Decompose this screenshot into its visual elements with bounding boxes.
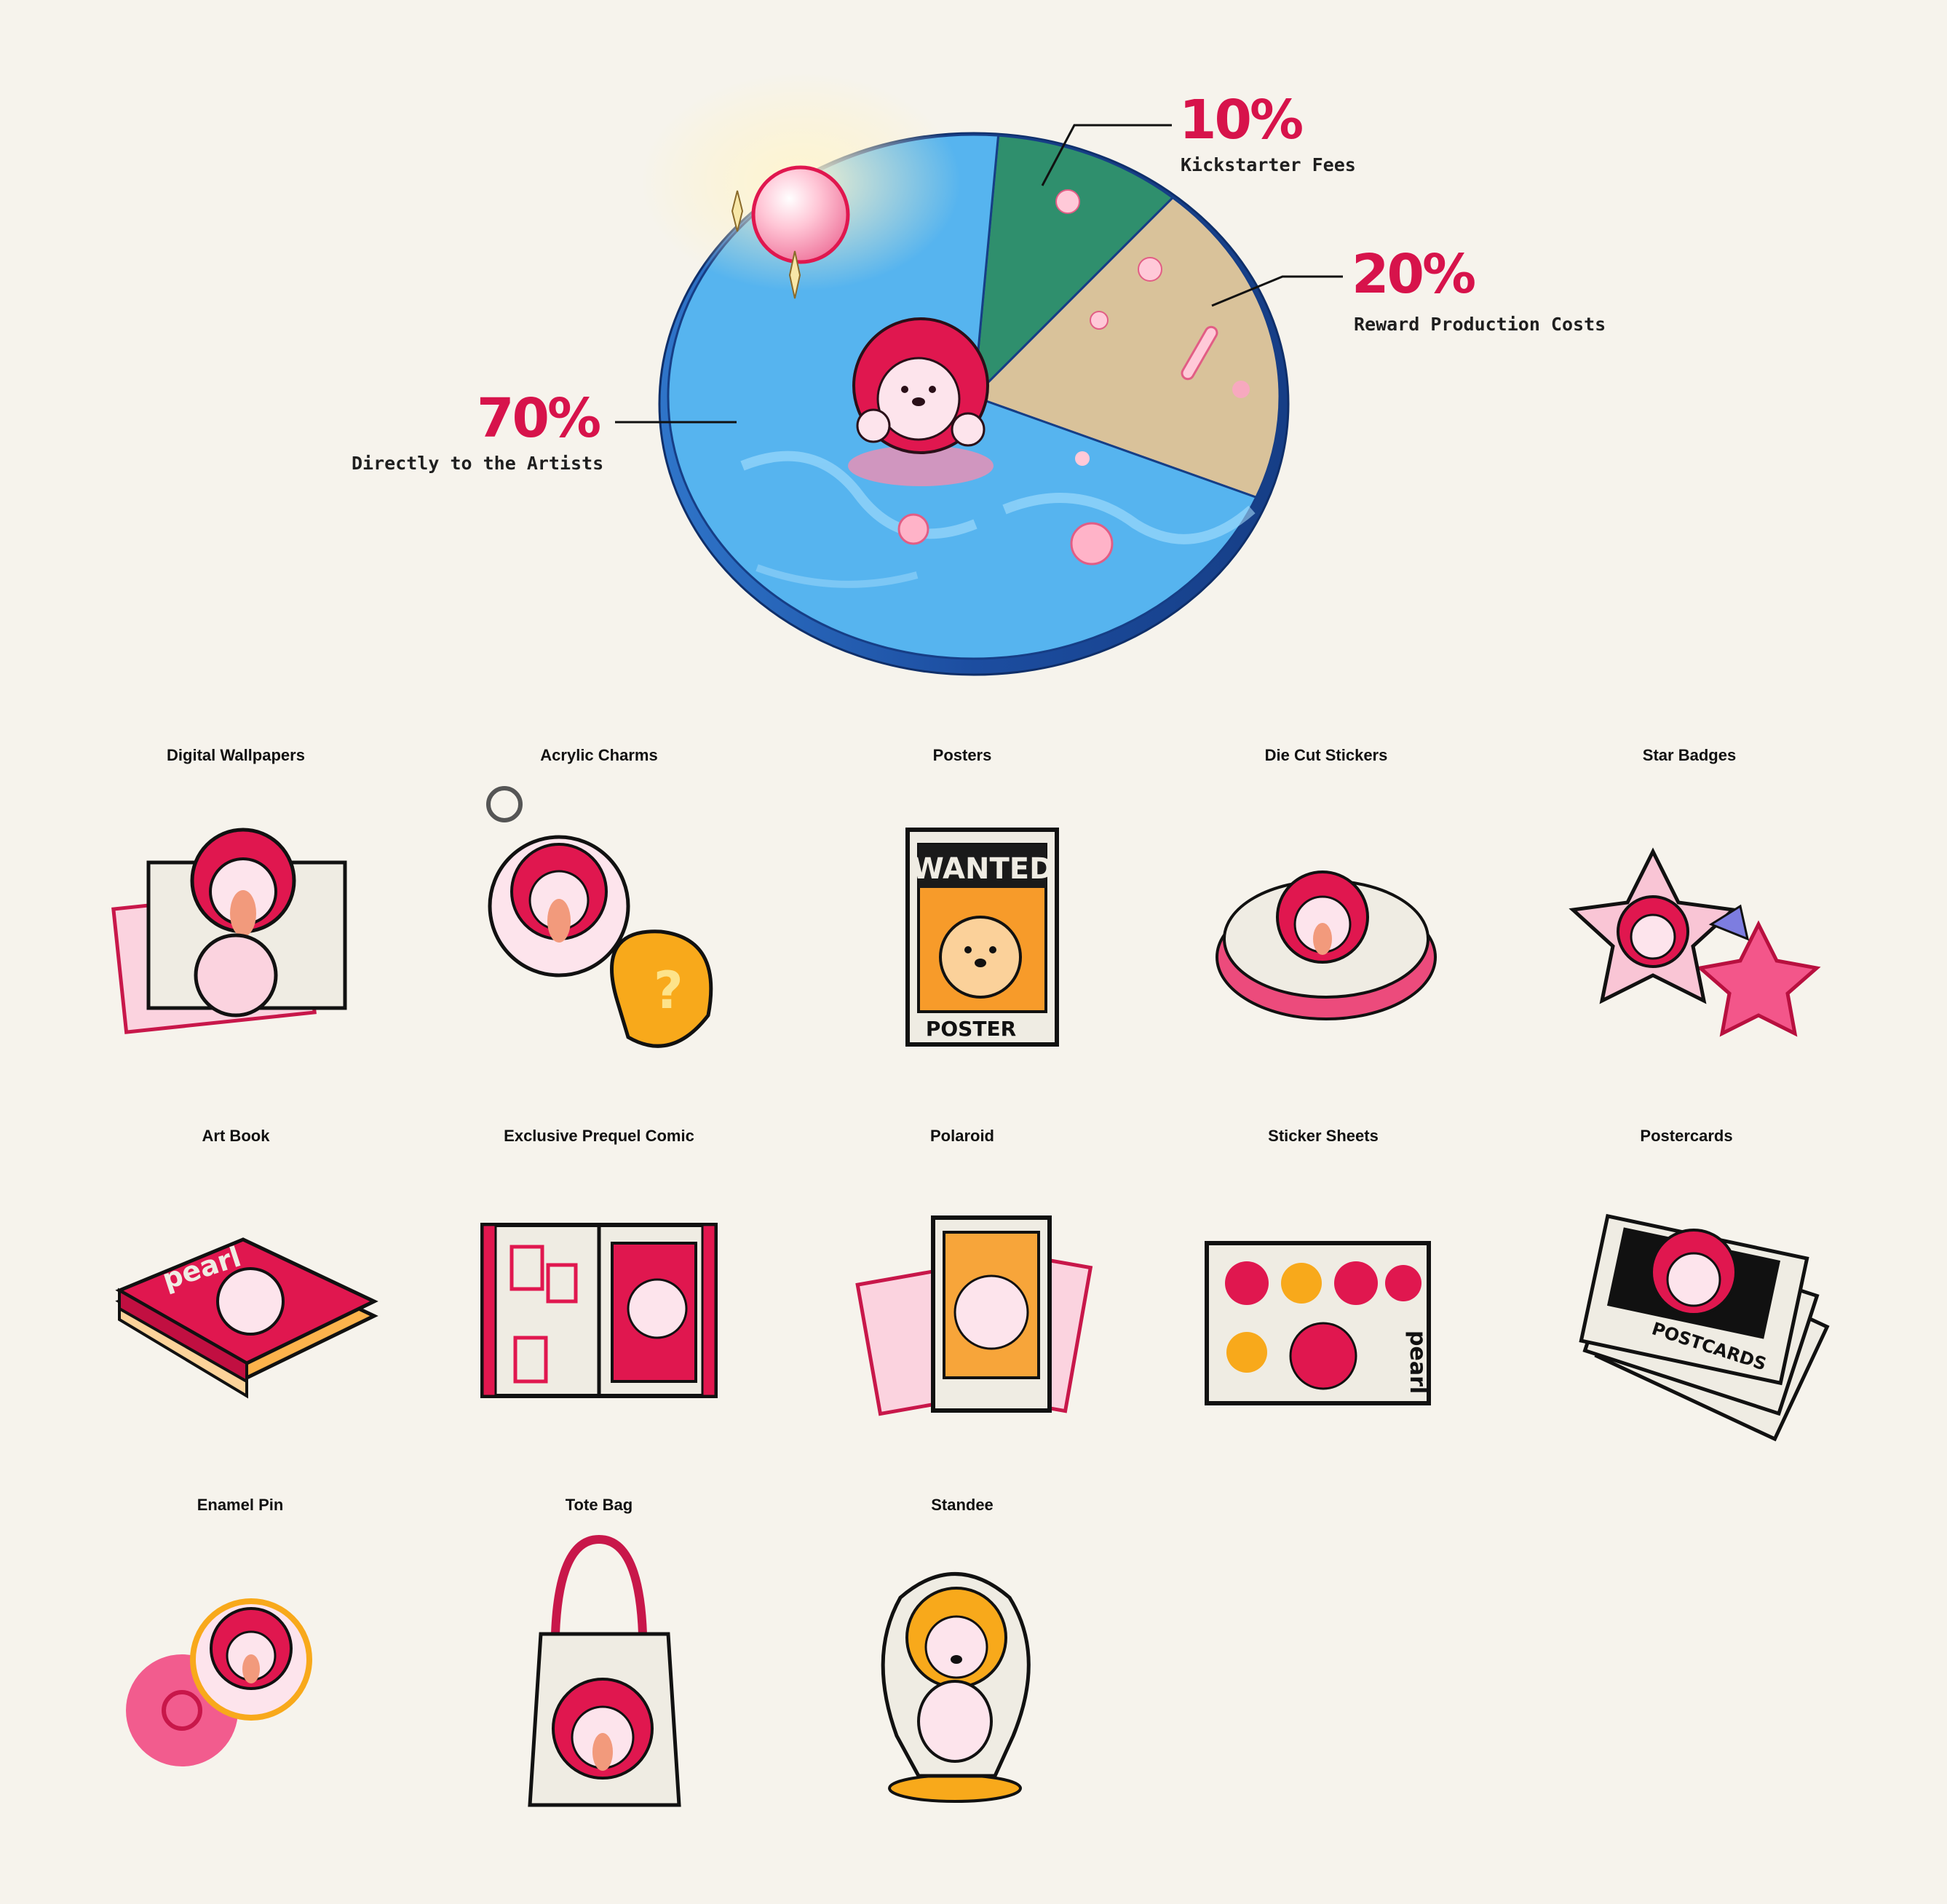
star-badge-icon — [1569, 847, 1821, 1037]
reward-item: Tote Bag — [417, 1496, 781, 1845]
reward-title: Tote Bag — [565, 1496, 633, 1514]
reward-item: Exclusive Prequel Comic — [417, 1127, 781, 1476]
reward-title: Sticker Sheets — [1268, 1127, 1379, 1145]
reward-item: Standee — [780, 1496, 1144, 1845]
reward-title: Polaroid — [929, 1127, 994, 1145]
slice-value-label: 70% — [477, 387, 601, 450]
reward-item: Polaroid — [780, 1127, 1144, 1476]
reward-item: Sticker Sheets pearl — [1141, 1127, 1505, 1476]
reward-item: Enamel Pin — [58, 1496, 422, 1845]
wallpaper-icon — [111, 828, 347, 1034]
reward-title: Art Book — [202, 1127, 270, 1145]
slice-value-label: 10% — [1179, 89, 1304, 151]
reward-item: Digital Wallpapers — [54, 746, 418, 1095]
reward-item: Posters WANTED POSTER — [780, 746, 1144, 1095]
reward-title: Enamel Pin — [197, 1496, 284, 1514]
slice-label: Directly to the Artists — [352, 453, 604, 474]
slice-label: Reward Production Costs — [1354, 314, 1606, 335]
slice-label: Kickstarter Fees — [1181, 154, 1356, 175]
slice-value-label: 20% — [1352, 243, 1476, 306]
reward-title: Standee — [931, 1496, 994, 1514]
reward-title: Exclusive Prequel Comic — [504, 1127, 694, 1145]
svg-text:WANTED: WANTED — [912, 852, 1054, 886]
charm-icon: ? — [486, 786, 713, 1048]
reward-item: Postercards POSTCARDS — [1504, 1127, 1868, 1476]
reward-item: Star Badges — [1507, 746, 1871, 1095]
sticker-sheet-icon: pearl — [1205, 1241, 1431, 1405]
reward-title: Acrylic Charms — [540, 746, 658, 764]
mascot-swimming — [848, 317, 994, 486]
reward-item: Die Cut Stickers — [1144, 746, 1508, 1095]
svg-text:POSTER: POSTER — [926, 1017, 1016, 1041]
art-book-icon: pearl — [115, 1237, 378, 1399]
polaroid-icon — [855, 1215, 1093, 1416]
pie-chart — [615, 73, 1343, 676]
tote-bag-icon — [528, 1534, 681, 1807]
comic-icon — [480, 1223, 718, 1398]
reward-title: Postercards — [1640, 1127, 1733, 1145]
reward-title: Die Cut Stickers — [1264, 746, 1388, 764]
reward-title: Star Badges — [1642, 746, 1737, 764]
reward-title: Posters — [932, 746, 992, 764]
reward-title: Digital Wallpapers — [167, 746, 305, 764]
postcard-icon: POSTCARDS — [1579, 1213, 1830, 1442]
standee-icon — [881, 1572, 1031, 1803]
enamel-pin-icon — [126, 1598, 312, 1766]
poster-icon: WANTED POSTER — [905, 828, 1059, 1047]
reward-item: Acrylic Charms ? — [417, 746, 781, 1095]
svg-text:pearl: pearl — [1405, 1330, 1430, 1394]
reward-item: Art Book pearl — [54, 1127, 418, 1476]
svg-text:?: ? — [654, 961, 683, 1020]
pearl-sun — [751, 165, 850, 264]
sticker-icon — [1216, 870, 1437, 1020]
